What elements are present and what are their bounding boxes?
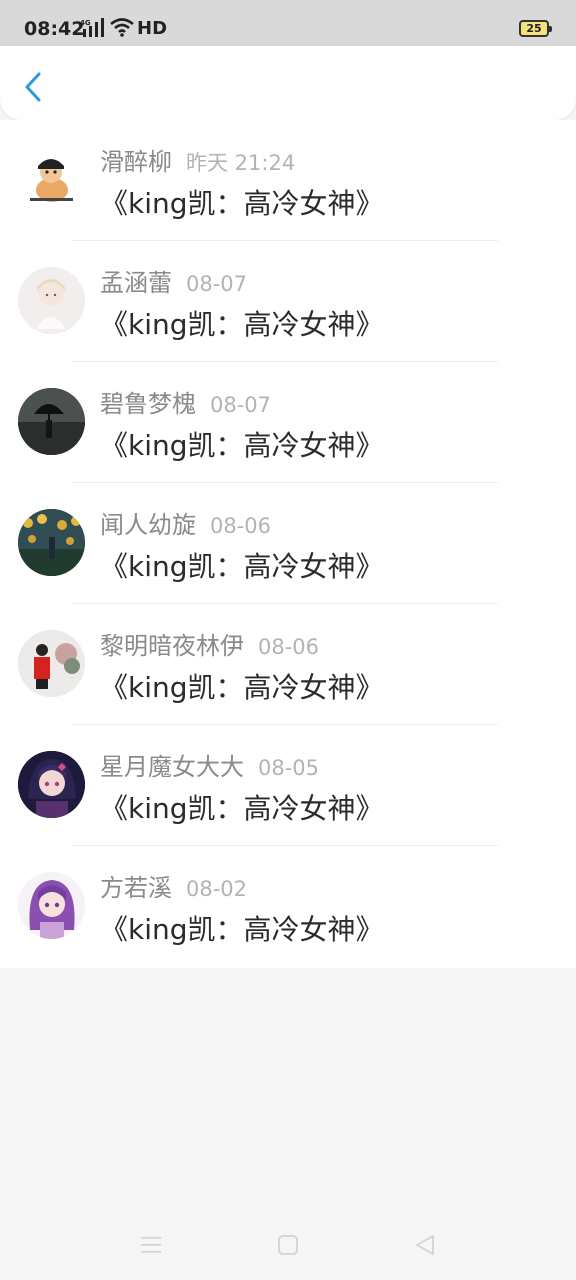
- list-item[interactable]: 滑醉柳 昨天 21:24 《king凯：高冷女神》: [0, 120, 576, 241]
- comment-text: 《king凯：高冷女神》: [100, 792, 384, 825]
- list-item[interactable]: 黎明暗夜林伊 08-06 《king凯：高冷女神》: [0, 604, 576, 725]
- back-triangle-icon[interactable]: [414, 1234, 436, 1256]
- avatar[interactable]: [18, 267, 85, 334]
- svg-text:4G: 4G: [80, 19, 91, 27]
- home-square-icon[interactable]: [277, 1234, 299, 1256]
- list-item[interactable]: 方若溪 08-02 《king凯：高冷女神》: [0, 846, 576, 967]
- comment-list: 滑醉柳 昨天 21:24 《king凯：高冷女神》 孟涵蕾 08-07 《king凯…: [0, 120, 576, 968]
- comment-text: 《king凯：高冷女神》: [100, 187, 384, 220]
- comment-author: 闻人幼旋 08-06: [100, 511, 272, 539]
- comment-text: 《king凯：高冷女神》: [100, 308, 384, 341]
- list-item[interactable]: 闻人幼旋 08-06 《king凯：高冷女神》: [0, 483, 576, 604]
- comment-text: 《king凯：高冷女神》: [100, 550, 384, 583]
- comment-author: 方若溪 08-02: [100, 874, 248, 902]
- comment-time: 08-06: [210, 514, 272, 538]
- avatar[interactable]: [18, 751, 85, 818]
- system-nav-bar: [0, 1200, 576, 1280]
- comment-author: 滑醉柳 昨天 21:24: [100, 148, 296, 176]
- avatar[interactable]: [18, 388, 85, 455]
- comment-author: 星月魔女大大 08-05: [100, 753, 320, 781]
- comment-time: 08-02: [186, 877, 248, 901]
- comment-text: 《king凯：高冷女神》: [100, 429, 384, 462]
- avatar[interactable]: [18, 146, 85, 213]
- comment-author: 碧鲁梦槐 08-07: [100, 390, 272, 418]
- comment-author: 孟涵蕾 08-07: [100, 269, 248, 297]
- status-time: 08:42: [24, 18, 85, 40]
- comment-time: 08-05: [258, 756, 320, 780]
- avatar[interactable]: [18, 872, 85, 939]
- battery-icon: 25: [519, 20, 552, 37]
- comment-time: 08-07: [186, 272, 248, 296]
- hd-indicator: HD: [137, 18, 168, 39]
- comment-author: 黎明暗夜林伊 08-06: [100, 632, 320, 660]
- signal-icon: 4G: [80, 18, 104, 37]
- list-item[interactable]: 星月魔女大大 08-05 《king凯：高冷女神》: [0, 725, 576, 846]
- avatar[interactable]: [18, 630, 85, 697]
- comment-text: 《king凯：高冷女神》: [100, 671, 384, 704]
- list-item[interactable]: 孟涵蕾 08-07 《king凯：高冷女神》: [0, 241, 576, 362]
- top-app-bar: [0, 46, 576, 120]
- avatar[interactable]: [18, 509, 85, 576]
- comment-time: 昨天 21:24: [186, 151, 296, 175]
- menu-icon[interactable]: [140, 1234, 162, 1256]
- chevron-left-icon[interactable]: [20, 70, 46, 104]
- wifi-icon: [110, 18, 134, 37]
- list-item[interactable]: 碧鲁梦槐 08-07 《king凯：高冷女神》: [0, 362, 576, 483]
- comment-time: 08-06: [258, 635, 320, 659]
- comment-time: 08-07: [210, 393, 272, 417]
- comment-text: 《king凯：高冷女神》: [100, 913, 384, 946]
